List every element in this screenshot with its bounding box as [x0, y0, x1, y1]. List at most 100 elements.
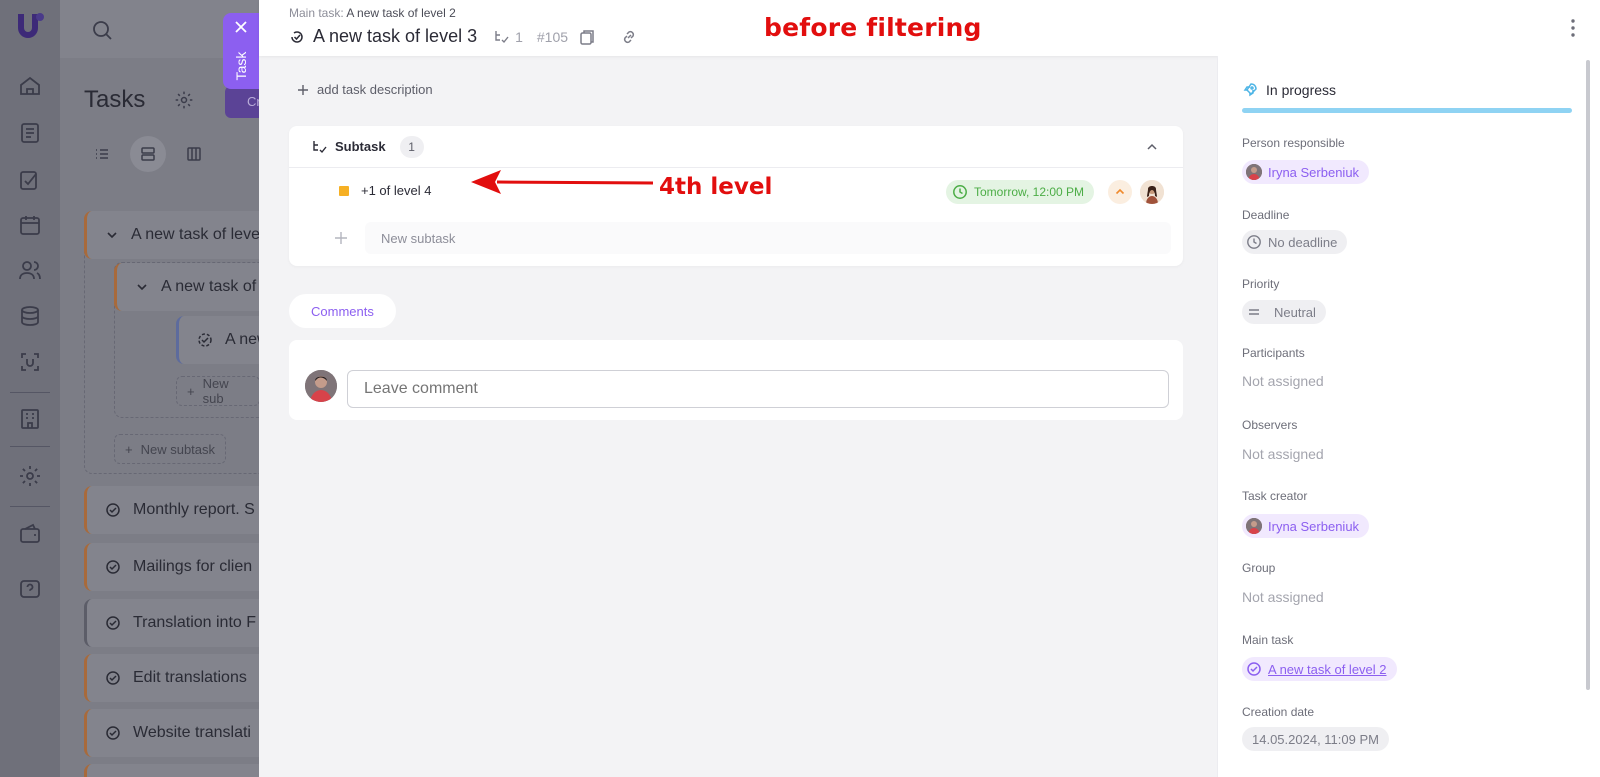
scrollbar[interactable] [1586, 60, 1590, 690]
person-responsible-chip[interactable]: Iryna Serbeniuk [1242, 160, 1370, 184]
task-meta: 1 #105 [493, 28, 638, 46]
avatar [1246, 164, 1262, 180]
tab-comments[interactable]: Comments [289, 294, 396, 328]
chevron-down-icon[interactable] [135, 280, 149, 294]
creation-date-label: Creation date [1242, 705, 1315, 719]
annotation-before-filtering: before filtering [764, 13, 982, 42]
scan-icon[interactable] [18, 350, 42, 374]
table-row[interactable]: Edit translations [84, 654, 260, 702]
page-title[interactable]: A new task of level 3 [313, 26, 477, 47]
rail-divider [10, 392, 50, 393]
background-task-list: Tasks Cr A new task of level 1 A new tas… [60, 0, 260, 777]
new-subtask-input[interactable]: New subtask [365, 222, 1171, 254]
in-progress-icon [198, 333, 212, 347]
subtask-icon [495, 30, 509, 43]
rail-divider [10, 506, 50, 507]
new-subtask-button[interactable]: + New sub [176, 376, 260, 406]
status-progress-bar [1242, 108, 1572, 113]
create-task-button[interactable]: Cr [225, 86, 260, 118]
task-title-row: A new task of level 3 1 #105 [289, 26, 638, 47]
table-row[interactable]: A new task of level 3 [176, 316, 260, 364]
avatar[interactable] [1140, 180, 1164, 204]
table-row[interactable]: A new task of level 2 [114, 263, 260, 311]
wallet-icon[interactable] [18, 522, 42, 546]
subtask-name[interactable]: +1 of level 4 [361, 183, 431, 198]
observers-value[interactable]: Not assigned [1242, 446, 1324, 462]
observers-label: Observers [1242, 418, 1298, 432]
avatar [305, 370, 337, 402]
building-icon[interactable] [18, 407, 42, 431]
check-circle-icon [106, 503, 120, 517]
list-view-button[interactable] [84, 136, 120, 172]
priority-up-button[interactable] [1108, 180, 1132, 204]
help-icon[interactable] [18, 578, 42, 602]
new-subtask-row: New subtask [331, 222, 1171, 254]
calendar-icon[interactable] [18, 213, 42, 237]
more-options-icon[interactable] [1570, 18, 1576, 38]
table-row[interactable]: Translation into F [84, 599, 260, 647]
task-detail-panel: Main task: A new task of level 2 A new t… [259, 0, 1600, 777]
task-id: #105 [536, 28, 569, 45]
priority-square-icon [339, 186, 349, 196]
users-icon[interactable] [18, 258, 42, 282]
gear-icon[interactable] [18, 464, 42, 488]
table-row[interactable] [84, 764, 260, 777]
comment-box [289, 340, 1183, 420]
tasks-icon[interactable] [18, 168, 42, 192]
plus-icon [298, 84, 308, 95]
add-description-button[interactable]: add task description [297, 82, 433, 97]
rail-divider [10, 446, 50, 447]
tree-view-button[interactable] [130, 136, 166, 172]
annotation-4th-level: 4th level [659, 174, 773, 200]
task-row-label: Edit translations [133, 669, 247, 686]
link-icon[interactable] [620, 28, 638, 46]
task-row-label: Mailings for clien [133, 558, 253, 575]
deadline-badge[interactable]: Tomorrow, 12:00 PM [946, 180, 1095, 204]
table-row[interactable]: Mailings for clien [84, 543, 260, 591]
in-progress-icon [291, 30, 303, 43]
main-task-chip[interactable]: A new task of level 2 [1242, 657, 1397, 681]
breadcrumb: Main task: A new task of level 2 [289, 6, 456, 20]
priority-chip[interactable]: Neutral [1242, 300, 1326, 324]
close-icon[interactable] [233, 19, 249, 35]
user-avatar-icon [305, 370, 337, 402]
home-icon[interactable] [18, 74, 42, 98]
status-selector[interactable]: In progress [1242, 82, 1336, 98]
comment-input[interactable] [347, 370, 1169, 408]
chevron-down-icon[interactable] [105, 228, 119, 242]
group-label: Group [1242, 561, 1276, 575]
main-task-link[interactable]: A new task of level 2 [346, 6, 455, 20]
chevron-up-icon[interactable] [1145, 140, 1159, 154]
main-task-label: Main task [1242, 633, 1294, 647]
task-details-sidebar: In progress Person responsible Iryna Ser… [1217, 56, 1600, 777]
side-tab-label: Task [233, 51, 249, 81]
table-row[interactable]: A new task of level 1 [84, 211, 260, 259]
rocket-icon [1243, 83, 1257, 97]
app-logo[interactable] [14, 10, 46, 46]
news-icon[interactable] [18, 121, 42, 145]
task-row-label: A new task of level 3 [225, 331, 260, 348]
board-view-button[interactable] [176, 136, 212, 172]
settings-icon[interactable] [174, 90, 194, 110]
new-subtask-button[interactable]: + New subtask [114, 434, 227, 464]
priority-label: Priority [1242, 277, 1280, 291]
participants-label: Participants [1242, 346, 1305, 360]
plus-icon[interactable] [331, 228, 351, 248]
group-value[interactable]: Not assigned [1242, 589, 1324, 605]
table-row[interactable]: Website translati [84, 709, 260, 757]
plus-icon: + [187, 383, 195, 399]
subtask-header[interactable]: Subtask 1 [289, 126, 1183, 168]
table-row[interactable]: Monthly report. S [84, 486, 260, 534]
database-icon[interactable] [18, 304, 42, 328]
search-icon[interactable] [90, 18, 114, 42]
check-circle-icon [1247, 662, 1261, 676]
task-side-tab[interactable]: Task [223, 13, 259, 89]
deadline-chip[interactable]: No deadline [1242, 230, 1348, 254]
participants-value[interactable]: Not assigned [1242, 373, 1324, 389]
status-label: In progress [1266, 82, 1337, 98]
app-rail [0, 0, 60, 777]
view-switcher [84, 136, 224, 172]
copy-icon[interactable] [578, 28, 596, 46]
check-circle-icon [106, 616, 120, 630]
task-creator-chip[interactable]: Iryna Serbeniuk [1242, 514, 1370, 538]
